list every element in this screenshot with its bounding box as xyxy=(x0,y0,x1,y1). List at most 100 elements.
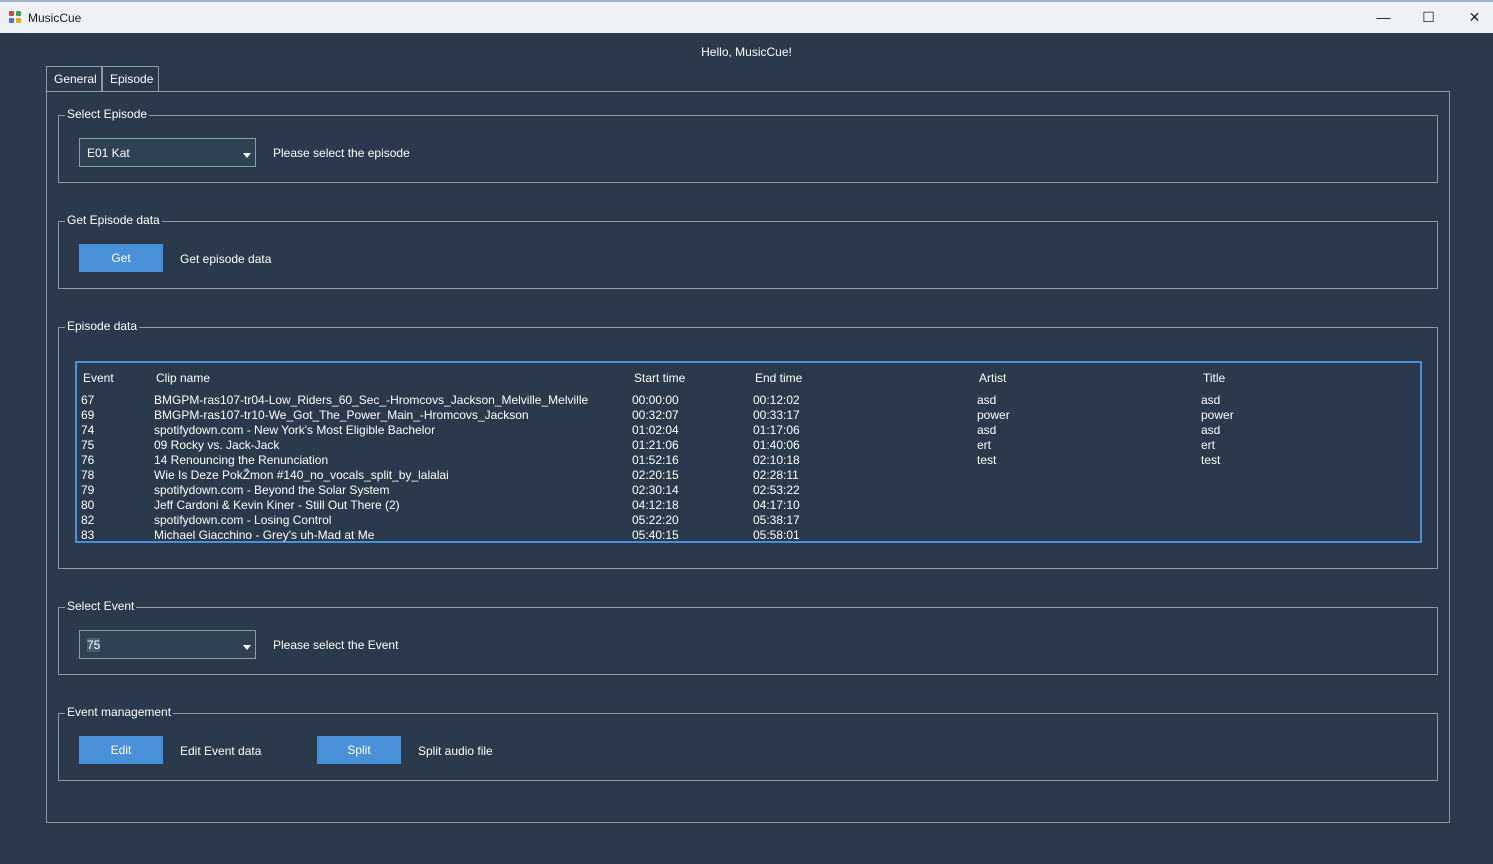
cell-clip-name: Jeff Cardoni & Kevin Kiner - Still Out T… xyxy=(154,498,400,512)
episode-hint: Please select the episode xyxy=(273,146,410,160)
cell-title: ert xyxy=(1201,438,1216,452)
dropdown-value: E01 Kat xyxy=(87,146,130,160)
cell-event: 83 xyxy=(81,528,95,542)
column-header-clip-name[interactable]: Clip name xyxy=(156,371,210,385)
table-row[interactable]: 82 spotifydown.com - Losing Control 05:22:… xyxy=(77,513,1420,528)
cell-end-time: 05:58:01 xyxy=(753,528,800,542)
cell-clip-name: BMGPM-ras107-tr10-We_Got_The_Power_Main_… xyxy=(154,408,529,422)
get-episode-data-group: Get Episode data Get Get episode data xyxy=(58,213,1438,289)
split-button[interactable]: Split xyxy=(317,736,401,764)
cell-start-time: 01:21:06 xyxy=(632,438,679,452)
column-header-artist[interactable]: Artist xyxy=(979,371,1006,385)
tab-general[interactable]: General xyxy=(46,66,102,91)
cell-clip-name: 14 Renouncing the Renunciation xyxy=(154,453,329,467)
cell-end-time: 04:17:10 xyxy=(753,498,800,512)
cell-artist: test xyxy=(977,453,997,467)
cell-title: power xyxy=(1201,408,1234,422)
cell-end-time: 00:12:02 xyxy=(753,393,800,407)
cell-title: asd xyxy=(1201,423,1221,437)
maximize-icon[interactable]: ☐ xyxy=(1406,2,1451,33)
cell-end-time: 05:38:17 xyxy=(753,513,800,527)
cell-artist: ert xyxy=(977,438,992,452)
table-row[interactable]: 76 14 Renouncing the Renunciation 01:52:16… xyxy=(77,453,1420,468)
cell-start-time: 02:30:14 xyxy=(632,483,679,497)
cell-end-time: 01:40:06 xyxy=(753,438,800,452)
cell-event: 76 xyxy=(81,453,95,467)
greeting-label: Hello, MusicCue! xyxy=(701,45,792,59)
cell-end-time: 01:17:06 xyxy=(753,423,800,437)
cell-start-time: 01:02:04 xyxy=(632,423,679,437)
cell-start-time: 00:32:07 xyxy=(632,408,679,422)
cell-event: 69 xyxy=(81,408,95,422)
cell-clip-name: BMGPM-ras107-tr04-Low_Riders_60_Sec_-Hro… xyxy=(154,393,589,407)
cell-artist: power xyxy=(977,408,1010,422)
cell-end-time: 02:10:18 xyxy=(753,453,800,467)
column-header-event[interactable]: Event xyxy=(83,371,114,385)
cell-title: asd xyxy=(1201,393,1221,407)
table-row[interactable]: 69 BMGPM-ras107-tr10-We_Got_The_Power_Mai… xyxy=(77,408,1420,423)
cell-end-time: 02:28:11 xyxy=(753,468,799,482)
dropdown-value: 75 xyxy=(87,638,101,652)
cell-event: 82 xyxy=(81,513,95,527)
cell-artist: asd xyxy=(977,393,997,407)
group-label: Get Episode data xyxy=(65,213,162,227)
cell-start-time: 00:00:00 xyxy=(632,393,679,407)
cell-start-time: 01:52:16 xyxy=(632,453,679,467)
split-hint: Split audio file xyxy=(418,744,493,758)
episode-table[interactable]: Event Clip name Start time End time Arti… xyxy=(75,361,1422,543)
cell-start-time: 05:40:15 xyxy=(632,528,679,542)
cell-clip-name: spotifydown.com - Losing Control xyxy=(154,513,332,527)
cell-event: 80 xyxy=(81,498,95,512)
dropdown-arrow-icon xyxy=(243,153,251,158)
cell-event: 79 xyxy=(81,483,95,497)
close-icon[interactable]: ✕ xyxy=(1452,2,1493,33)
table-row[interactable]: 80 Jeff Cardoni & Kevin Kiner - Still Out… xyxy=(77,498,1420,513)
cell-event: 67 xyxy=(81,393,95,407)
select-episode-group: Select Episode E01 Kat Please select the… xyxy=(58,107,1438,183)
tab-episode[interactable]: Episode xyxy=(102,66,159,91)
cell-clip-name: 09 Rocky vs. Jack-Jack xyxy=(154,438,280,452)
group-label: Select Event xyxy=(65,599,137,613)
table-row[interactable]: 74 spotifydown.com - New York's Most Elig… xyxy=(77,423,1420,438)
table-row[interactable]: 83 Michael Giacchino - Grey's uh-Mad at M… xyxy=(77,528,1420,543)
title-bar: MusicCue — ☐ ✕ xyxy=(0,0,1493,33)
cell-artist: asd xyxy=(977,423,997,437)
column-header-title[interactable]: Title xyxy=(1203,371,1225,385)
group-label: Event management xyxy=(65,705,174,719)
cell-start-time: 04:12:18 xyxy=(632,498,679,512)
dropdown-arrow-icon xyxy=(243,645,251,650)
minimize-icon[interactable]: — xyxy=(1361,2,1406,33)
table-row[interactable]: 78 Wie Is Deze PokŽmon #140_no_vocals_spl… xyxy=(77,468,1420,483)
cell-event: 78 xyxy=(81,468,95,482)
cell-start-time: 02:20:15 xyxy=(632,468,679,482)
group-label: Select Episode xyxy=(65,107,150,121)
event-hint: Please select the Event xyxy=(273,638,399,652)
get-hint: Get episode data xyxy=(180,252,272,266)
event-dropdown[interactable]: 75 xyxy=(79,630,256,659)
cell-event: 75 xyxy=(81,438,95,452)
cell-title: test xyxy=(1201,453,1221,467)
cell-clip-name: spotifydown.com - New York's Most Eligib… xyxy=(154,423,436,437)
table-row[interactable]: 75 09 Rocky vs. Jack-Jack 01:21:06 01:40:06… xyxy=(77,438,1420,453)
cell-end-time: 02:53:22 xyxy=(753,483,800,497)
edit-hint: Edit Event data xyxy=(180,744,262,758)
get-button[interactable]: Get xyxy=(79,244,163,272)
window-title: MusicCue xyxy=(28,11,82,25)
app-logo-icon xyxy=(9,11,22,24)
event-management-group: Event management Edit Edit Event data Sp… xyxy=(58,705,1438,781)
cell-clip-name: spotifydown.com - Beyond the Solar Syste… xyxy=(154,483,390,497)
column-header-start-time[interactable]: Start time xyxy=(634,371,685,385)
column-header-end-time[interactable]: End time xyxy=(755,371,802,385)
table-row[interactable]: 67 BMGPM-ras107-tr04-Low_Riders_60_Sec_-H… xyxy=(77,393,1420,408)
select-event-group: Select Event 75 Please select the Event xyxy=(58,599,1438,675)
cell-clip-name: Michael Giacchino - Grey's uh-Mad at Me xyxy=(154,528,375,542)
episode-dropdown[interactable]: E01 Kat xyxy=(79,138,256,167)
cell-start-time: 05:22:20 xyxy=(632,513,679,527)
cell-clip-name: Wie Is Deze PokŽmon #140_no_vocals_split… xyxy=(154,468,449,482)
edit-button[interactable]: Edit xyxy=(79,736,163,764)
cell-end-time: 00:33:17 xyxy=(753,408,800,422)
episode-data-group: Episode data Event Clip name Start time … xyxy=(58,319,1438,569)
table-row[interactable]: 79 spotifydown.com - Beyond the Solar Sys… xyxy=(77,483,1420,498)
group-label: Episode data xyxy=(65,319,140,333)
cell-event: 74 xyxy=(81,423,95,437)
